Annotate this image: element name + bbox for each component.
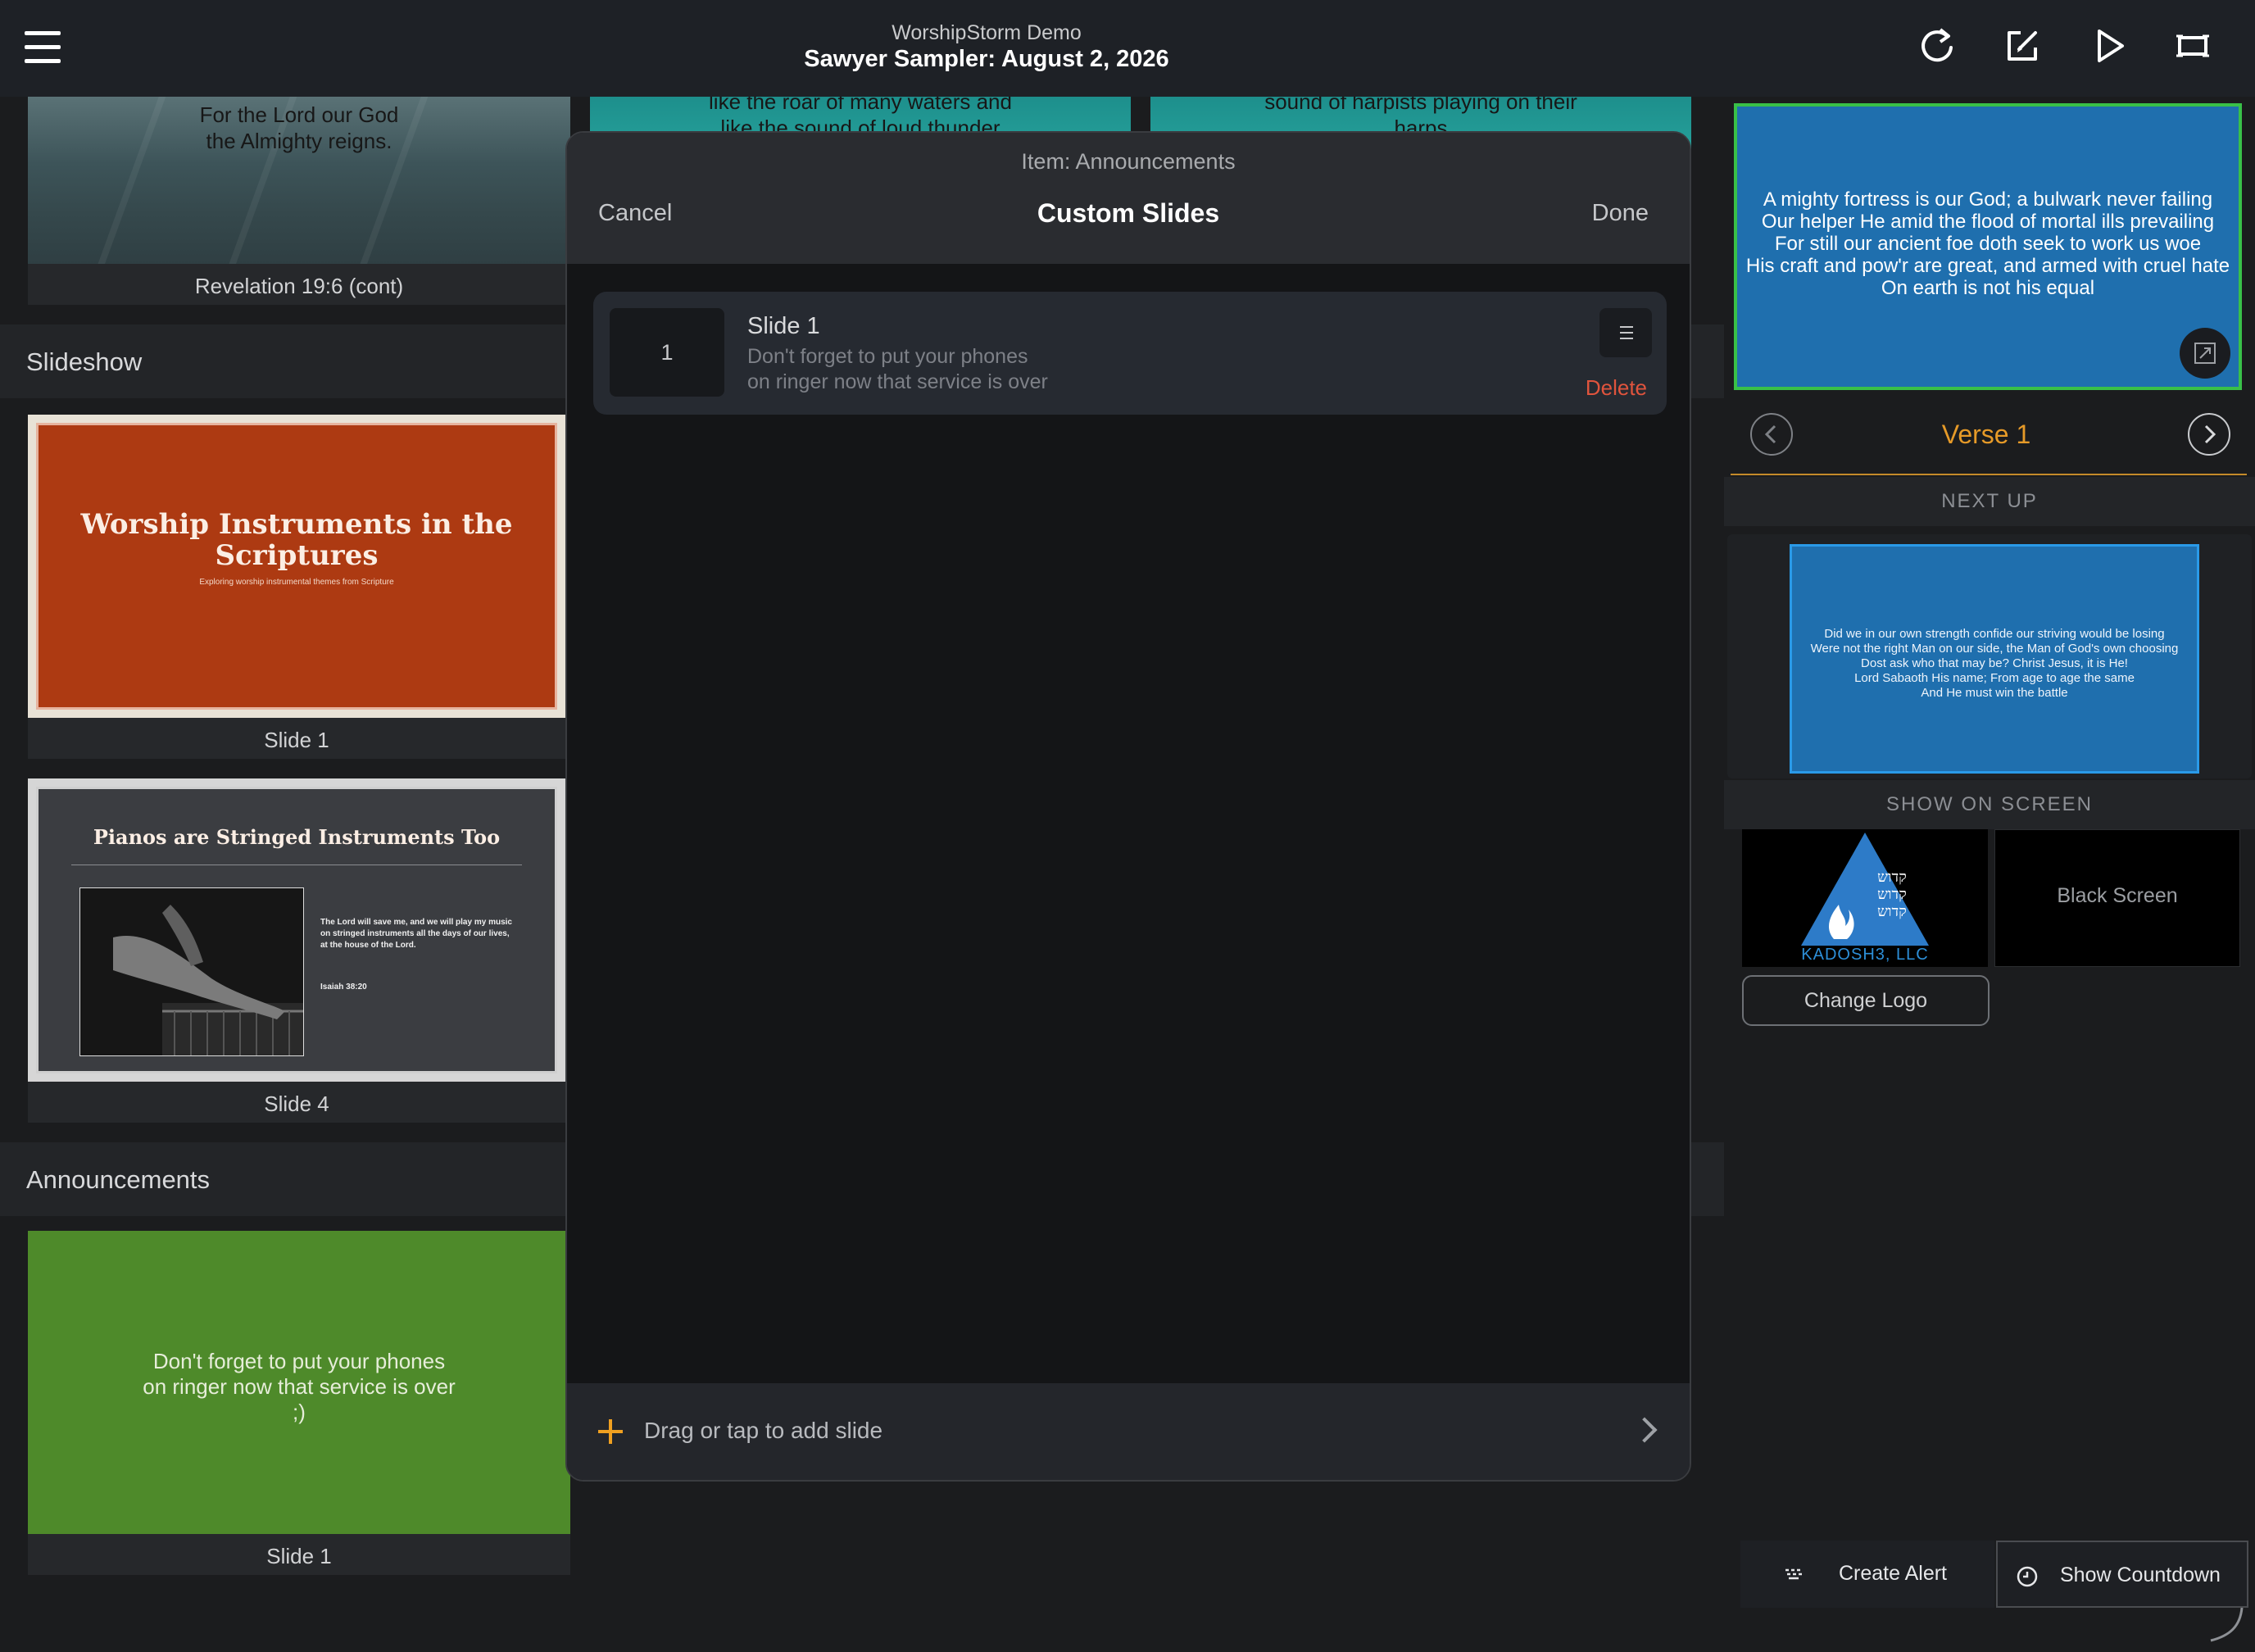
plus-icon	[598, 1419, 623, 1444]
current-section-label: Verse 1	[1941, 420, 2031, 449]
slide-title: Worship Instruments in the Scriptures	[80, 508, 513, 572]
black-screen-button[interactable]: Black Screen	[1994, 829, 2240, 967]
slide-caption: Revelation 19:6 (cont)	[194, 274, 404, 298]
piano-photo	[79, 887, 304, 1056]
create-alert-label: Create Alert	[1839, 1562, 1948, 1585]
live-slide-text: A mighty fortress is our God; a bulwark …	[1745, 188, 2230, 299]
scripture-card[interactable]: For the Lord our God the Almighty reigns…	[28, 97, 570, 305]
logo-hebrew-text: קדוש קדוש קדוש	[1877, 869, 1907, 920]
section-title: Announcements	[26, 1165, 211, 1194]
create-alert-button[interactable]: Create Alert	[1740, 1541, 1994, 1608]
top-bar: WorshipStorm Demo Sawyer Sampler: August…	[0, 0, 2255, 97]
done-button[interactable]: Done	[1592, 200, 1649, 227]
next-up-label: NEXT UP	[1724, 477, 2255, 526]
logo-company-text: KADOSH3, LLC	[1801, 946, 1929, 964]
clock-icon	[2017, 1566, 2038, 1587]
preview-panel: A mighty fortress is our God; a bulwark …	[1724, 97, 2255, 1652]
slide-thumbnail: Worship Instruments in the Scriptures Ex…	[28, 415, 565, 718]
show-countdown-button[interactable]: Show Countdown	[1996, 1541, 2248, 1608]
refresh-icon[interactable]	[1916, 25, 1958, 67]
event-title: Sawyer Sampler: August 2, 2026	[804, 46, 1169, 72]
slide-text: Don't forget to put your phones on ringe…	[747, 345, 1048, 393]
bottom-actions: Create Alert Show Countdown	[1740, 1541, 2248, 1608]
slideshow-slide-card[interactable]: Worship Instruments in the Scriptures Ex…	[28, 415, 565, 759]
change-logo-button[interactable]: Change Logo	[1742, 975, 1990, 1026]
expand-icon[interactable]	[2180, 328, 2230, 379]
slide-caption: Slide 4	[264, 1092, 329, 1116]
dialog-title: Custom Slides	[1037, 198, 1220, 228]
next-slide-preview[interactable]: Did we in our own strength confide our s…	[1790, 544, 2199, 774]
logo-screen-button[interactable]: קדוש קדוש קדוש KADOSH3, LLC	[1742, 829, 1988, 967]
slide-thumbnail: For the Lord our God the Almighty reigns…	[28, 97, 570, 264]
add-slide-button[interactable]: Drag or tap to add slide	[567, 1383, 1690, 1480]
slide-subtitle: Exploring worship instrumental themes fr…	[199, 578, 394, 587]
slide-quote: The Lord will save me, and we will play …	[320, 918, 512, 950]
chevron-right-icon	[1631, 1417, 1658, 1443]
next-up-panel: Did we in our own strength confide our s…	[1727, 534, 2252, 778]
cancel-button[interactable]: Cancel	[598, 200, 672, 227]
add-slide-label: Drag or tap to add slide	[644, 1418, 883, 1443]
slideshow-slide-card[interactable]: Pianos are Stringed Instruments Too The …	[28, 778, 565, 1123]
edit-external-icon[interactable]	[2001, 25, 2044, 67]
dialog-item-label: Item: Announcements	[1021, 149, 1236, 174]
section-title: Slideshow	[26, 347, 143, 376]
app-root: WorshipStorm Demo Sawyer Sampler: August…	[0, 0, 2255, 1652]
slide-thumbnail: Pianos are Stringed Instruments Too The …	[28, 778, 565, 1082]
black-screen-label: Black Screen	[2057, 884, 2178, 907]
live-slide-preview[interactable]: A mighty fortress is our God; a bulwark …	[1734, 103, 2242, 390]
show-on-screen-label: SHOW ON SCREEN	[1724, 780, 2255, 829]
slide-title: Pianos are Stringed Instruments Too	[93, 825, 501, 849]
slide-text: For the Lord our God the Almighty reigns…	[199, 102, 399, 153]
delete-button[interactable]: Delete	[1586, 375, 1647, 401]
slide-text: Don't forget to put your phones on ringe…	[143, 1349, 456, 1424]
custom-slide-row[interactable]: 1 Slide 1 Don't forget to put your phone…	[593, 292, 1667, 415]
screen-icon[interactable]	[2171, 25, 2214, 67]
slide-number: 1	[610, 308, 724, 397]
chevron-right-icon	[2204, 424, 2216, 444]
app-title: WorshipStorm Demo	[892, 21, 1082, 44]
slide-title: Slide 1	[747, 313, 820, 339]
next-slide-button[interactable]	[2188, 413, 2230, 456]
slide-thumbnail: Don't forget to put your phones on ringe…	[28, 1231, 570, 1534]
announcement-slide-card[interactable]: Don't forget to put your phones on ringe…	[28, 1231, 570, 1575]
slide-caption: Slide 1	[266, 1544, 332, 1568]
resize-grip-icon[interactable]	[2204, 1603, 2245, 1644]
slide-caption: Slide 1	[264, 728, 329, 752]
slide-reference: Isaiah 38:20	[320, 983, 367, 992]
play-icon[interactable]	[2088, 25, 2130, 67]
next-slide-text: Did we in our own strength confide our s…	[1810, 627, 2179, 700]
show-countdown-label: Show Countdown	[2060, 1564, 2221, 1586]
section-underline	[1731, 474, 2247, 475]
dialog-header: Item: Announcements Custom Slides Cancel…	[567, 133, 1690, 264]
drag-handle-icon[interactable]	[1599, 308, 1652, 357]
custom-slides-dialog: Item: Announcements Custom Slides Cancel…	[565, 131, 1691, 1482]
keyboard-icon	[1785, 1568, 1802, 1580]
